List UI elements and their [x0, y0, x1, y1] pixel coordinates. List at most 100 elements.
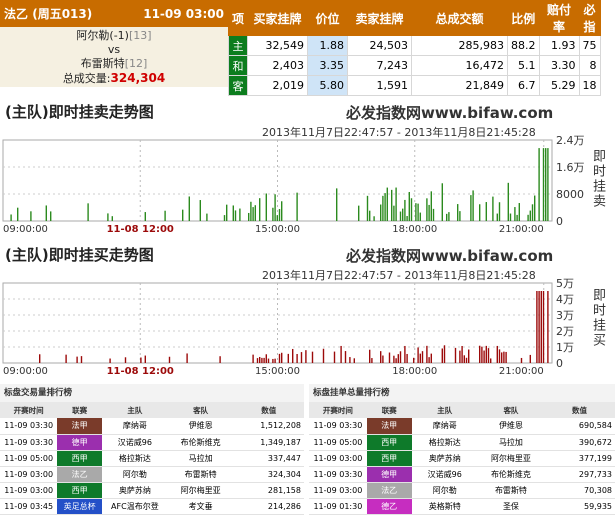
- chart-bar: [336, 188, 338, 221]
- home-team[interactable]: 汉诺威96: [411, 466, 478, 483]
- home-team[interactable]: 阿尔勒(-1): [76, 29, 129, 42]
- away-rank: [12]: [124, 57, 148, 70]
- league-badge[interactable]: 西甲: [366, 434, 412, 451]
- value: 377,199: [544, 450, 615, 467]
- match-title-bar: 法乙 (周五013) 11-09 03:00: [0, 0, 228, 27]
- odds-table: 项买家挂牌 价位 卖家挂牌 总成交额 比例 赔付率 必指 主 32,549 1.88 24,503…: [227, 0, 601, 96]
- away-team[interactable]: 布雷斯特: [477, 482, 545, 499]
- pending-rank-row[interactable]: 11-09 01:30 德乙 英格斯特 圣保 59,935: [309, 498, 615, 515]
- chart-bar: [45, 205, 47, 221]
- start-time: 11-09 03:00: [309, 482, 367, 499]
- chart-bar: [426, 198, 428, 221]
- x-tick-label: 15:00:00: [255, 224, 300, 235]
- chart-bar: [252, 354, 254, 363]
- x-tick-label: 11-08 12:00: [107, 224, 174, 235]
- away-team[interactable]: 伊维恩: [167, 418, 234, 435]
- chart-bar: [516, 214, 518, 221]
- away-team[interactable]: 布伦斯维克: [477, 466, 545, 483]
- volume-rank-row[interactable]: 11-09 03:30 德甲 汉诺威96 布伦斯维克 1,349,187: [0, 434, 304, 451]
- chart-bar: [545, 148, 547, 221]
- pending-rank-row[interactable]: 11-09 03:00 西甲 奥萨苏纳 阿尔梅里亚 377,199: [309, 450, 615, 467]
- chart-bar: [542, 148, 545, 221]
- chart-bar: [278, 209, 281, 221]
- y-tick-label: 1万: [556, 341, 574, 354]
- odds-outcome-label: 客: [227, 75, 249, 96]
- away-team[interactable]: 马拉加: [477, 434, 545, 451]
- league-badge[interactable]: 德乙: [366, 498, 412, 515]
- home-team[interactable]: 摩纳哥: [411, 418, 478, 435]
- league-badge[interactable]: 西甲: [366, 450, 412, 467]
- home-team[interactable]: 奥萨苏纳: [101, 482, 168, 499]
- chart-bar: [281, 201, 283, 221]
- home-team[interactable]: 阿尔勒: [411, 482, 478, 499]
- chart-bar: [272, 358, 274, 363]
- value: 324,304: [233, 466, 304, 483]
- league-name[interactable]: 法乙: [4, 7, 28, 21]
- volume-rank-row[interactable]: 11-09 05:00 西甲 格拉斯达 马拉加 337,447: [0, 450, 304, 467]
- volume-rank-row[interactable]: 11-09 03:45 英足总杯 AFC温布尔登 考文垂 214,286: [0, 498, 304, 515]
- home-team[interactable]: 英格斯特: [411, 498, 478, 515]
- chart-bar: [419, 353, 421, 363]
- pending-rank-header: 客队: [477, 402, 545, 418]
- home-team[interactable]: 格拉斯达: [411, 434, 478, 451]
- away-team[interactable]: 阿尔梅里亚: [167, 482, 234, 499]
- pending-rank-row[interactable]: 11-09 03:30 德甲 汉诺威96 布伦斯维克 297,733: [309, 466, 615, 483]
- home-team[interactable]: 汉诺威96: [101, 434, 168, 451]
- league-badge[interactable]: 英足总杯: [57, 498, 102, 515]
- away-team[interactable]: 布雷斯特: [81, 57, 125, 70]
- league-badge[interactable]: 西甲: [57, 482, 102, 499]
- start-time: 11-09 05:00: [0, 450, 58, 467]
- odds-cell: 1.93: [538, 35, 580, 56]
- home-team[interactable]: 摩纳哥: [101, 418, 168, 435]
- home-team[interactable]: 阿尔勒: [101, 466, 168, 483]
- away-team[interactable]: 马拉加: [167, 450, 234, 467]
- weekday: (周五013): [32, 7, 93, 21]
- chart-bar: [490, 358, 492, 363]
- away-team[interactable]: 伊维恩: [477, 418, 545, 435]
- x-tick-label: 18:00:00: [392, 224, 437, 235]
- home-team[interactable]: AFC温布尔登: [101, 498, 168, 515]
- chart-bar: [399, 351, 402, 363]
- home-team[interactable]: 奥萨苏纳: [411, 450, 478, 467]
- league-badge[interactable]: 德甲: [366, 466, 412, 483]
- chart-bar: [276, 215, 278, 221]
- chart-bar: [322, 348, 325, 363]
- value: 1,512,208: [233, 418, 304, 435]
- volume-rank-row[interactable]: 11-09 03:00 法乙 阿尔勒 布雷斯特 324,304: [0, 466, 304, 483]
- league-badge[interactable]: 法甲: [57, 418, 102, 435]
- home-team[interactable]: 格拉斯达: [101, 450, 168, 467]
- away-team[interactable]: 圣保: [477, 498, 545, 515]
- chart-bar: [461, 345, 463, 363]
- volume-rank-row[interactable]: 11-09 03:30 法甲 摩纳哥 伊维恩 1,512,208: [0, 418, 304, 435]
- league-badge[interactable]: 德甲: [57, 434, 102, 451]
- odds-header: 卖家挂牌: [347, 0, 413, 36]
- chart-bar: [274, 194, 276, 221]
- away-team[interactable]: 布雷斯特: [167, 466, 234, 483]
- pending-rank-row[interactable]: 11-09 05:00 西甲 格拉斯达 马拉加 390,672: [309, 434, 615, 451]
- league-badge[interactable]: 法乙: [366, 482, 412, 499]
- volume-rank-header: 数值: [233, 402, 304, 418]
- odds-cell: 285,983: [411, 35, 509, 56]
- pending-rank-row[interactable]: 11-09 03:30 法甲 摩纳哥 伊维恩 690,584: [309, 418, 615, 435]
- away-team[interactable]: 考文垂: [167, 498, 234, 515]
- chart-bar: [263, 357, 265, 363]
- chart-bar: [397, 354, 399, 363]
- chart-bar: [441, 183, 443, 221]
- league-badge[interactable]: 法甲: [366, 418, 412, 435]
- start-time: 11-09 05:00: [309, 434, 367, 451]
- volume-rank-row[interactable]: 11-09 03:00 西甲 奥萨苏纳 阿尔梅里亚 281,158: [0, 482, 304, 499]
- pending-rank-row[interactable]: 11-09 03:00 法乙 阿尔勒 布雷斯特 70,308: [309, 482, 615, 499]
- league-badge[interactable]: 西甲: [57, 450, 102, 467]
- odds-cell: 2,403: [247, 55, 309, 76]
- chart-bar: [287, 353, 289, 363]
- away-team[interactable]: 阿尔梅里亚: [477, 450, 545, 467]
- league-badge[interactable]: 法乙: [57, 466, 102, 483]
- chart-bar: [300, 352, 303, 363]
- chart-bar: [408, 191, 410, 221]
- away-team[interactable]: 布伦斯维克: [167, 434, 234, 451]
- chart-bar: [459, 350, 461, 363]
- chart-bar: [492, 196, 494, 221]
- chart-bar: [272, 207, 274, 221]
- chart-bar: [485, 345, 487, 363]
- buy-chart-svg: 5万 4万 3万 2万 1万 0 09:00:00 11-08 12:00 15:00:00 18…: [2, 277, 574, 377]
